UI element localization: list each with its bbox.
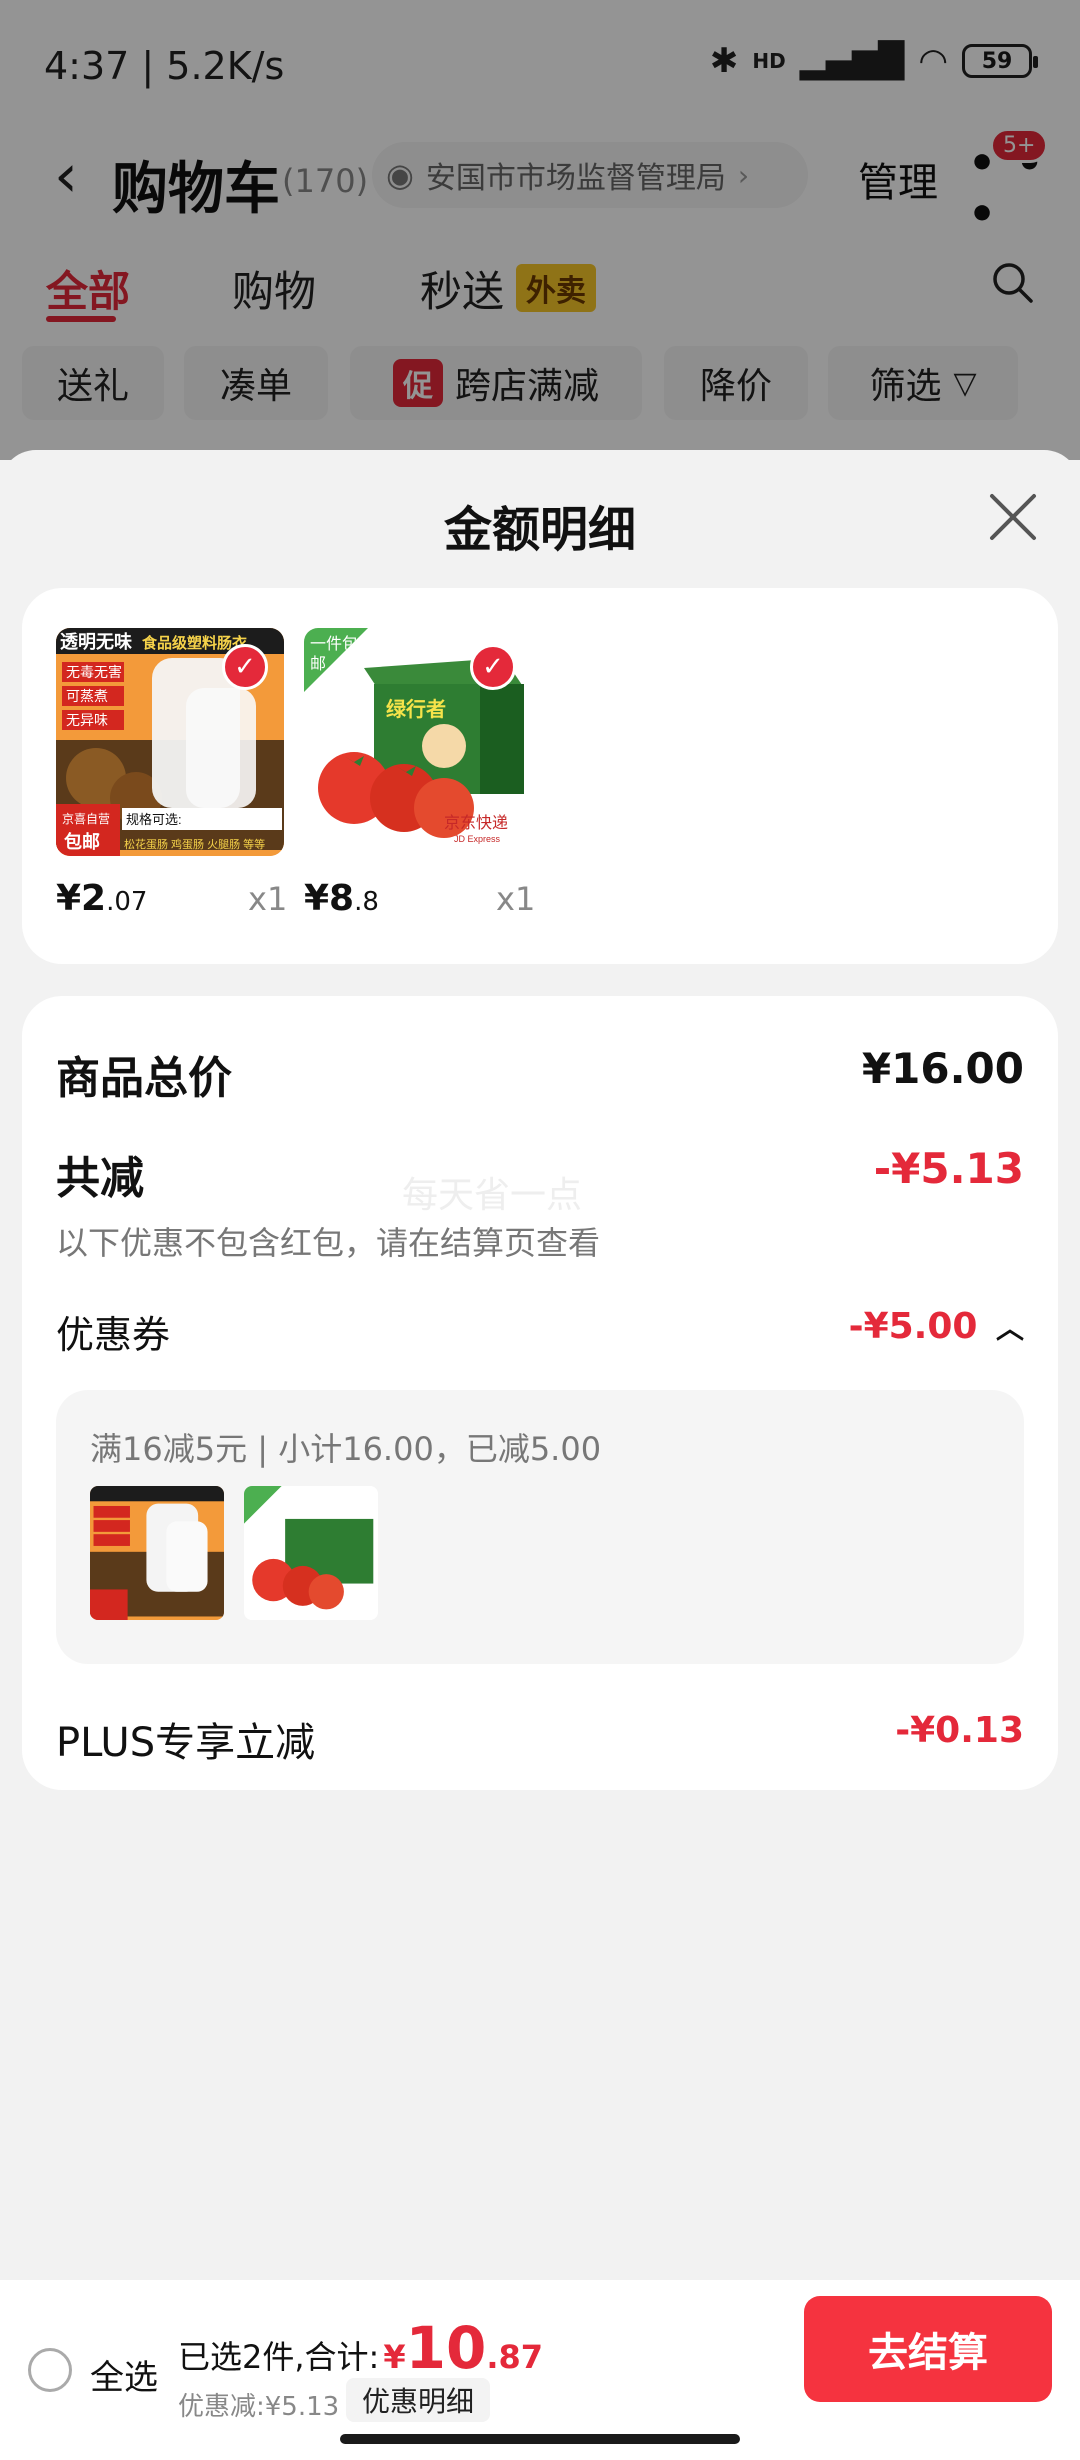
coupon-description: 满16减5元 | 小计16.00，已减5.00 (90, 1430, 602, 1468)
product-image-casing[interactable]: 透明无味 食品级塑料肠衣 无毒无害 可蒸煮 无异味 规格可选: 京喜自营 包邮 … (56, 628, 284, 856)
selected-check-icon: ✓ (222, 644, 268, 690)
checkout-bar: 全选 已选2件,合计: ¥ 10 .87 优惠减:¥5.13 优惠明细 去结算 (0, 2280, 1080, 2460)
close-icon[interactable] (984, 488, 1042, 546)
total-decimal: .87 (486, 2338, 543, 2376)
casing-title-text: 透明无味 (60, 632, 132, 652)
watermark-text: 每天省一点 (402, 1175, 583, 1216)
tomato-brand-text: 绿行者 (386, 697, 446, 721)
plus-discount-value: -¥0.13 (895, 1710, 1024, 1751)
coupon-product-thumb-casing (90, 1486, 224, 1620)
saving-text: 优惠减:¥5.13 (178, 2392, 340, 2422)
casing-thumb-illustration (90, 1486, 224, 1620)
amount-detail-sheet: 金额明细 透明无味 食品级塑料肠衣 无毒无害 可蒸煮 无异味 规格可选: 京喜自… (0, 450, 1080, 2460)
discount-total-value: -¥5.13 (873, 1144, 1024, 1193)
tomato-express-en: JD Express (454, 834, 501, 844)
discount-note: 以下优惠不包含红包，请在结算页查看 (56, 1224, 601, 1262)
total-currency: ¥ (383, 2338, 406, 2376)
goods-total-label: 商品总价 (56, 1053, 232, 1104)
tomato-thumb-illustration (244, 1486, 378, 1620)
sheet-title: 金额明细 (443, 502, 636, 558)
coupon-label: 优惠券 (56, 1313, 171, 1357)
casing-uses-text: 松花蛋肠 鸡蛋肠 火腿肠 等等 (124, 837, 265, 851)
product-price: ¥8.8 (304, 878, 379, 919)
selected-check-icon: ✓ (470, 644, 516, 690)
chevron-up-icon: ︿ (995, 1312, 1024, 1345)
coupon-detail-box: 满16减5元 | 小计16.00，已减5.00 (56, 1390, 1024, 1664)
discount-detail-button[interactable]: 优惠明细 (346, 2378, 491, 2422)
products-card: 透明无味 食品级塑料肠衣 无毒无害 可蒸煮 无异味 规格可选: 京喜自营 包邮 … (22, 588, 1058, 964)
casing-self-op-text: 京喜自营 (62, 812, 110, 826)
casing-free-ship-text: 包邮 (64, 831, 100, 852)
checkout-button[interactable]: 去结算 (804, 2296, 1052, 2402)
modal-overlay[interactable] (0, 0, 1080, 460)
selected-total-line: 已选2件,合计: ¥ 10 .87 (178, 2314, 543, 2382)
product-price: ¥2.07 (56, 878, 147, 919)
coupon-value: -¥5.00 (848, 1306, 978, 1347)
price-integer: ¥2 (56, 878, 107, 919)
select-all-radio[interactable] (28, 2348, 72, 2392)
casing-spec-text: 规格可选: (126, 812, 182, 827)
coupon-toggle[interactable]: -¥5.00 ︿ (849, 1306, 1024, 1347)
casing-feature-2: 可蒸煮 (66, 688, 108, 704)
casing-feature-1: 无毒无害 (66, 664, 122, 680)
casing-feature-3: 无异味 (66, 712, 108, 728)
discount-total-label: 共减 (56, 1153, 144, 1204)
price-summary-card: 商品总价 ¥16.00 共减 -¥5.13 每天省一点 以下优惠不包含红包，请在… (22, 996, 1058, 1790)
price-integer: ¥8 (304, 878, 355, 919)
home-indicator[interactable] (340, 2434, 740, 2444)
select-all-label[interactable]: 全选 (90, 2350, 158, 2399)
price-decimal: .07 (106, 887, 148, 917)
tomato-express-text: 京东快递 (444, 814, 508, 832)
price-decimal: .8 (354, 887, 379, 917)
product-image-tomato[interactable]: 绿行者 京东快递 JD Express 一件包邮 ✓ (304, 628, 532, 856)
product-quantity: x1 (248, 880, 288, 918)
coupon-product-thumb-tomato (244, 1486, 378, 1620)
total-integer: 10 (405, 2314, 487, 2382)
plus-discount-label: PLUS专享立减 (56, 1720, 316, 1766)
goods-total-value: ¥16.00 (861, 1044, 1024, 1093)
selected-count-text: 已选2件,合计: (178, 2338, 380, 2376)
product-quantity: x1 (496, 880, 536, 918)
